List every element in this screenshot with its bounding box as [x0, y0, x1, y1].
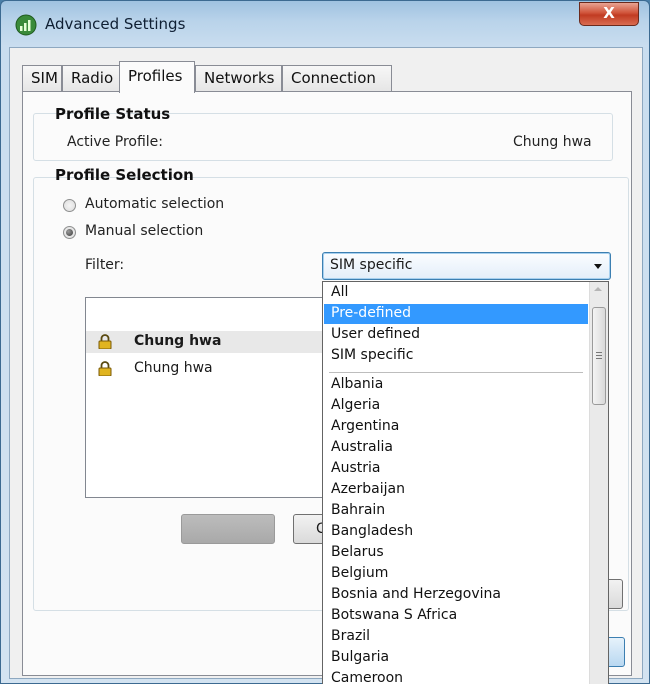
active-profile-label: Active Profile:: [67, 134, 164, 150]
title-bar[interactable]: Advanced Settings X: [1, 1, 649, 47]
dropdown-option-country[interactable]: Argentina: [324, 417, 588, 437]
filter-combobox[interactable]: SIM specific: [322, 252, 611, 280]
tab-connection[interactable]: Connection: [282, 65, 392, 92]
automatic-selection-radio[interactable]: [63, 199, 76, 212]
dropdown-option-country[interactable]: Belarus: [324, 543, 588, 563]
dropdown-option-country[interactable]: Belgium: [324, 564, 588, 584]
lock-icon: [98, 361, 112, 376]
dropdown-scrollbar[interactable]: [589, 282, 608, 684]
manual-selection-label[interactable]: Manual selection: [85, 223, 203, 239]
dropdown-option-country[interactable]: Bahrain: [324, 501, 588, 521]
tab-radio[interactable]: Radio: [62, 65, 120, 92]
dropdown-option-country[interactable]: Azerbaijan: [324, 480, 588, 500]
dropdown-option-country[interactable]: Cameroon: [324, 669, 588, 684]
scroll-up-arrow-icon[interactable]: [594, 287, 602, 291]
dropdown-option-country[interactable]: Australia: [324, 438, 588, 458]
lock-icon: [98, 334, 112, 349]
filter-label: Filter:: [85, 257, 125, 273]
dropdown-option-country[interactable]: Bangladesh: [324, 522, 588, 542]
dropdown-option-country[interactable]: Austria: [324, 459, 588, 479]
disabled-button[interactable]: [181, 514, 275, 544]
active-profile-value: Chung hwa: [513, 134, 592, 150]
dropdown-separator: [329, 372, 583, 373]
automatic-selection-label[interactable]: Automatic selection: [85, 196, 224, 212]
advanced-settings-window: Advanced Settings X SIM Radio Profiles N…: [0, 0, 650, 684]
tab-sim[interactable]: SIM: [22, 65, 62, 92]
tab-profiles[interactable]: Profiles: [119, 61, 195, 93]
chevron-down-icon[interactable]: [594, 264, 602, 269]
profile-status-heading: Profile Status: [55, 105, 171, 123]
profile-name: Chung hwa: [134, 333, 222, 349]
profile-list[interactable]: Chung hwa Chung hwa: [85, 297, 335, 498]
dropdown-option-user-defined[interactable]: User defined: [324, 325, 588, 345]
dropdown-option-country[interactable]: Albania: [324, 375, 588, 395]
profile-name: Chung hwa: [134, 360, 213, 376]
list-item[interactable]: Chung hwa: [86, 331, 334, 353]
dropdown-option-country[interactable]: Algeria: [324, 396, 588, 416]
dropdown-option-country[interactable]: Botswana S Africa: [324, 606, 588, 626]
grip-line: [596, 358, 602, 359]
dropdown-option-country[interactable]: Bulgaria: [324, 648, 588, 668]
manual-selection-radio[interactable]: [63, 226, 76, 239]
close-button[interactable]: X: [579, 2, 639, 26]
profile-selection-heading: Profile Selection: [55, 166, 194, 184]
filter-dropdown-list[interactable]: All Pre-defined User defined SIM specifi…: [322, 281, 609, 684]
filter-combobox-value: SIM specific: [330, 257, 413, 273]
dropdown-option-pre-defined[interactable]: Pre-defined: [324, 304, 588, 324]
list-item[interactable]: Chung hwa: [86, 358, 334, 380]
grip-line: [596, 352, 602, 353]
signal-app-icon: [15, 14, 37, 36]
dropdown-option-country[interactable]: Bosnia and Herzegovina: [324, 585, 588, 605]
dropdown-option-all[interactable]: All: [324, 283, 588, 303]
dropdown-option-sim-specific[interactable]: SIM specific: [324, 346, 588, 366]
grip-line: [596, 355, 602, 356]
tab-networks[interactable]: Networks: [195, 65, 282, 92]
dropdown-option-country[interactable]: Brazil: [324, 627, 588, 647]
scrollbar-thumb[interactable]: [592, 307, 606, 405]
window-title: Advanced Settings: [45, 15, 186, 33]
